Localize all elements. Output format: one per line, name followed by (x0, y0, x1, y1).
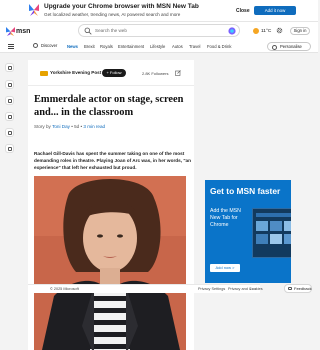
msn-butterfly-icon (29, 4, 39, 16)
nav-item-entertainment[interactable]: Entertainment (118, 44, 144, 49)
menu-icon[interactable] (8, 44, 14, 49)
article-card: Yorkshire Evening Post + Follow 2.8K Fol… (28, 60, 194, 350)
article-lead: Rachael Gill-Davis has spent the summer … (34, 151, 192, 170)
article-byline: Story by Toni Day • 5d • 3 min read (34, 124, 105, 129)
signin-button[interactable]: Sign in (290, 27, 310, 35)
follow-button[interactable]: + Follow (102, 69, 126, 77)
banner-subtitle: Get localized weather, trending news, AI… (44, 12, 181, 17)
nav-item-travel[interactable]: Travel (189, 44, 200, 49)
rail-heart-icon[interactable] (5, 112, 14, 121)
nav-item-autos[interactable]: Autos (172, 44, 183, 49)
rail-apps-icon[interactable] (5, 144, 14, 153)
copyright-text: © 2025 Microsoft (50, 287, 79, 291)
ad-add-button[interactable]: Add now > (210, 264, 240, 272)
discover-button[interactable]: Discover (33, 43, 57, 48)
msn-logo[interactable]: msn (6, 26, 30, 37)
banner-close-button[interactable]: Close (236, 8, 250, 14)
publisher-name[interactable]: Yorkshire Evening Post (50, 70, 101, 75)
banner-title: Upgrade your Chrome browser with MSN New… (44, 3, 199, 10)
rail-chat-icon[interactable] (5, 128, 14, 137)
chrome-upgrade-banner: Upgrade your Chrome browser with MSN New… (0, 0, 318, 22)
category-nav: Discover News Brexit Royals Entertainmen… (0, 40, 318, 53)
byline-prefix: Story by (34, 124, 51, 129)
feedback-icon (288, 287, 292, 290)
feedback-label: Feedback (294, 286, 312, 291)
sun-icon (253, 28, 259, 34)
nav-item-food-drink[interactable]: Food & Drink (207, 44, 231, 49)
rail-home-icon[interactable] (5, 63, 14, 72)
privacy-settings-link[interactable]: Privacy Settings (198, 287, 225, 291)
feedback-button[interactable]: Feedback (284, 284, 312, 293)
search-input[interactable]: Search the web (78, 24, 240, 37)
article-photo[interactable] (34, 176, 186, 350)
nav-item-news[interactable]: News (67, 44, 78, 49)
privacy-cookies-link[interactable]: Privacy and Cookies (228, 287, 263, 291)
ad-text: Add the MSN New Tab for Chrome (210, 208, 241, 228)
publisher-row: Yorkshire Evening Post + Follow 2.8K Fol… (28, 60, 194, 86)
msn-logo-text: msn (16, 28, 31, 35)
article-headline: Emmerdale actor on stage, screen and... … (34, 94, 184, 118)
banner-add-button[interactable]: Add it now (254, 6, 296, 15)
weather-temp: 11°C (261, 28, 272, 34)
personalise-label: Personalise (280, 44, 302, 49)
gear-icon[interactable] (276, 27, 283, 34)
publisher-logo-icon (40, 71, 48, 76)
ad-screenshot-image (252, 208, 291, 258)
author-link[interactable]: Toni Day (52, 124, 70, 129)
external-link-icon[interactable] (175, 70, 181, 76)
personalise-icon (272, 44, 277, 50)
compass-icon (33, 43, 38, 48)
actor-portrait (34, 176, 186, 350)
footer-bar: © 2025 Microsoft Privacy Settings Privac… (28, 284, 263, 293)
msn-chrome-ad[interactable]: Get to MSN faster Add the MSN New Tab fo… (205, 180, 291, 283)
nav-item-brexit[interactable]: Brexit (84, 44, 95, 49)
footer-more-icon[interactable]: • • • (250, 287, 256, 291)
article-age: • 5d • (71, 124, 83, 129)
ad-headline: Get to MSN faster (210, 186, 281, 196)
msn-article-page: Upgrade your Chrome browser with MSN New… (0, 0, 318, 350)
left-rail (0, 53, 20, 350)
nav-item-lifestyle[interactable]: Lifestyle (150, 44, 165, 49)
rail-play-icon[interactable] (5, 80, 14, 89)
copilot-icon[interactable] (228, 27, 236, 35)
read-time: 3 min read (83, 124, 106, 129)
msn-butterfly-icon (6, 27, 15, 36)
personalise-button[interactable]: Personalise (267, 42, 311, 51)
followers-count: 2.8K Followers (142, 71, 169, 76)
search-icon (84, 27, 92, 35)
discover-label: Discover (41, 43, 58, 48)
rail-bulb-icon[interactable] (5, 96, 14, 105)
weather-widget[interactable]: 11°C (253, 28, 271, 34)
top-bar: msn Search the web 11°C Sign in (0, 22, 318, 40)
nav-item-royals[interactable]: Royals (100, 44, 113, 49)
search-placeholder: Search the web (95, 28, 127, 33)
